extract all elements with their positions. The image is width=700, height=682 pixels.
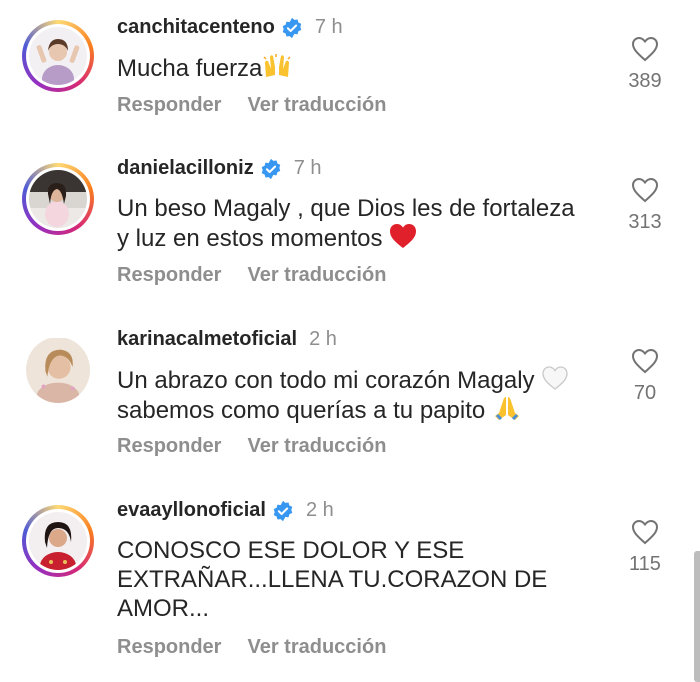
like-button[interactable]: 115	[620, 519, 670, 576]
avatar-photo	[29, 27, 87, 85]
reply-button[interactable]: Responder	[117, 636, 221, 658]
comment-time: 2 h	[305, 499, 334, 521]
comment-item: danielacilloniz 7 h Un beso Magaly , que…	[0, 153, 700, 303]
comment-text: Mucha fuerza	[117, 53, 607, 83]
avatar[interactable]	[22, 505, 94, 577]
comment-time: 2 h	[309, 328, 337, 350]
reply-button[interactable]: Responder	[117, 94, 221, 116]
comment-item: canchitacenteno 7 h Mucha fuerza Respond…	[0, 12, 700, 132]
username[interactable]: canchitacenteno	[117, 16, 275, 39]
reply-button[interactable]: Responder	[117, 264, 221, 286]
comment-text: Un beso Magaly , que Dios les de fortale…	[117, 195, 575, 252]
translate-button[interactable]: Ver traducción	[247, 264, 386, 286]
folded-hands-emoji-icon	[494, 397, 519, 421]
like-count: 70	[633, 382, 657, 404]
avatar-photo	[26, 338, 90, 403]
comment-time: 7 h	[314, 16, 343, 38]
avatar-photo	[29, 512, 87, 570]
comment-text: CONOSCO ESE DOLOR Y ESE EXTRAÑAR...LLENA…	[117, 537, 548, 622]
comment-item: evaayllonoficial 2 h CONOSCO ESE DOLOR Y…	[0, 495, 700, 675]
translate-button[interactable]: Ver traducción	[247, 636, 386, 658]
heart-icon[interactable]	[631, 348, 659, 374]
verified-badge-icon	[261, 158, 280, 179]
translate-button[interactable]: Ver traducción	[247, 435, 386, 457]
avatar[interactable]	[22, 163, 94, 235]
username[interactable]: karinacalmetoficial	[117, 328, 297, 351]
comment-item: karinacalmetoficial 2 h Un abrazo con to…	[0, 324, 700, 474]
avatar[interactable]	[22, 20, 94, 92]
white-heart-emoji-icon	[542, 366, 568, 390]
heart-icon[interactable]	[631, 519, 659, 545]
username[interactable]: evaayllonoficial	[117, 499, 266, 522]
like-button[interactable]: 389	[620, 36, 670, 93]
heart-icon[interactable]	[631, 36, 659, 62]
verified-badge-icon	[273, 500, 293, 521]
heart-icon[interactable]	[631, 177, 659, 203]
red-heart-emoji-icon	[390, 224, 417, 248]
like-button[interactable]: 70	[620, 348, 670, 405]
raised-hands-emoji-icon	[263, 54, 291, 77]
like-count: 313	[628, 211, 662, 233]
like-count: 115	[629, 553, 661, 575]
verified-badge-icon	[282, 17, 302, 38]
like-button[interactable]: 313	[620, 177, 670, 234]
reply-button[interactable]: Responder	[117, 435, 221, 457]
avatar[interactable]	[22, 334, 94, 406]
scrollbar[interactable]	[694, 551, 700, 682]
comment-time: 7 h	[293, 157, 322, 179]
comment-text: Un abrazo con todo mi corazón Magaly sab…	[117, 365, 607, 425]
avatar-photo	[29, 170, 87, 228]
translate-button[interactable]: Ver traducción	[247, 94, 386, 116]
like-count: 389	[628, 70, 662, 92]
username[interactable]: danielacilloniz	[117, 157, 254, 180]
